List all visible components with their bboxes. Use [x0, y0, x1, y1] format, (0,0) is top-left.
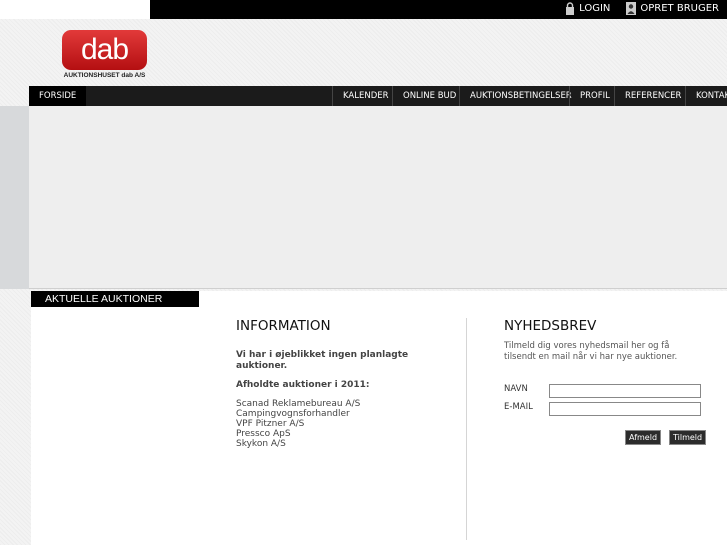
list-item: Skykon A/S: [236, 439, 286, 449]
unsubscribe-button[interactable]: Afmeld: [625, 430, 662, 445]
nav-item-kalender[interactable]: KALENDER: [332, 86, 399, 106]
hero-side-strip: [0, 106, 29, 289]
list-item: Campingvognsforhandler: [236, 409, 350, 419]
current-auctions-panel: [31, 307, 199, 545]
column-divider: [466, 318, 467, 540]
name-input[interactable]: [549, 384, 701, 398]
email-input[interactable]: [549, 402, 701, 416]
hero-banner: [29, 106, 727, 289]
top-links: LOGIN OPRET BRUGER: [565, 2, 719, 15]
subscribe-button[interactable]: Tilmeld: [669, 430, 707, 445]
logo-text: dab: [80, 33, 129, 66]
list-item: VPF Pitzner A/S: [236, 419, 305, 429]
nav-item-referencer[interactable]: REFERENCER: [614, 86, 691, 106]
create-user-label: OPRET BRUGER: [640, 3, 719, 14]
information-title: INFORMATION: [236, 318, 331, 334]
nav-item-forside[interactable]: FORSIDE: [29, 86, 87, 106]
nav-item-profil[interactable]: PROFIL: [569, 86, 620, 106]
lock-icon: [566, 2, 575, 15]
login-label: LOGIN: [579, 3, 611, 14]
list-item: Scanad Reklamebureau A/S: [236, 399, 361, 409]
logo-mark: dab: [62, 30, 147, 70]
user-icon: [626, 2, 637, 15]
nav-item-auktionsbetingelser[interactable]: AUKTIONSBETINGELSER: [459, 86, 582, 106]
newsletter-title: NYHEDSBREV: [504, 318, 597, 334]
top-bar-white-corner: [0, 0, 150, 19]
login-link[interactable]: LOGIN: [565, 2, 610, 15]
create-user-link[interactable]: OPRET BRUGER: [626, 2, 719, 15]
dab-logo[interactable]: dab AUKTIONSHUSET dab A/S: [62, 30, 147, 80]
newsletter-description: Tilmeld dig vores nyhedsmail her og få t…: [504, 341, 678, 362]
name-label: NAVN: [504, 384, 528, 394]
nav-item-online-bud[interactable]: ONLINE BUD: [392, 86, 466, 106]
no-auctions-text: Vi har i øjeblikket ingen planlagte aukt…: [236, 350, 409, 371]
email-label: E-MAIL: [504, 402, 533, 412]
held-auctions-list: Scanad Reklamebureau A/S Campingvognsfor…: [236, 399, 360, 449]
main-nav: FORSIDE KALENDER ONLINE BUD AUKTIONSBETI…: [29, 86, 727, 106]
list-item: Pressco ApS: [236, 429, 291, 439]
current-auctions-heading: AKTUELLE AUKTIONER: [31, 291, 199, 307]
logo-subtitle: AUKTIONSHUSET dab A/S: [63, 72, 146, 79]
nav-item-kontakt[interactable]: KONTAKT: [685, 86, 727, 106]
held-auctions-title: Afholdte auktioner i 2011:: [236, 380, 370, 390]
